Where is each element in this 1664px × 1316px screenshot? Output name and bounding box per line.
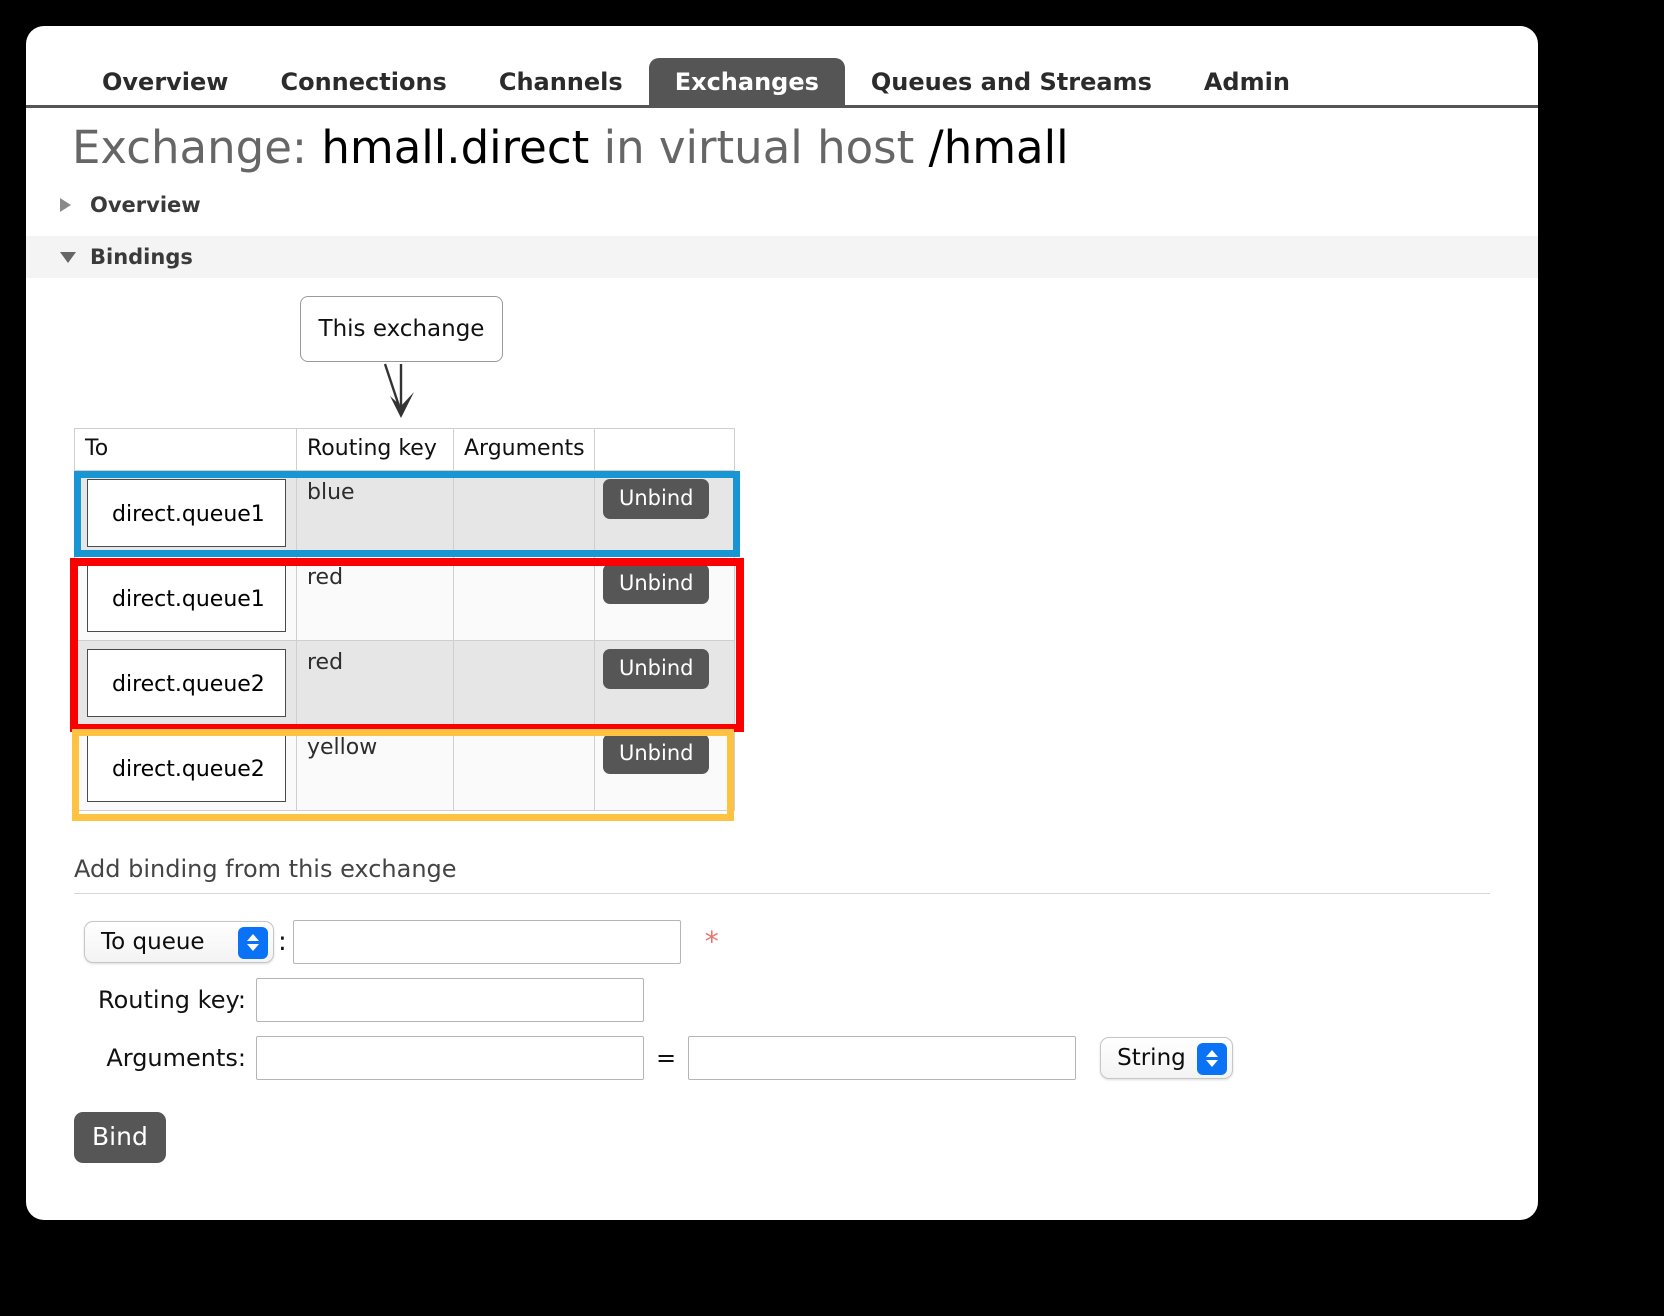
destination-input[interactable]	[292, 919, 681, 964]
tab-connections[interactable]: Connections	[254, 58, 472, 108]
tab-queues-and-streams-label: Queues and Streams	[870, 68, 1152, 96]
table-row: direct.queue2 red Unbind	[74, 639, 735, 726]
browser-window: Overview Connections Channels Exchanges …	[26, 26, 1538, 1220]
cell-to: direct.queue2	[74, 639, 297, 726]
add-binding-form: To queue : * Routing key: Arguments: = S…	[26, 919, 1538, 1163]
table-row: direct.queue2 yellow Unbind	[74, 724, 735, 811]
routing-key-row: Routing key:	[26, 977, 1538, 1022]
destination-colon: :	[278, 926, 287, 957]
unbind-button[interactable]: Unbind	[603, 733, 710, 774]
argument-type-select[interactable]: String	[1100, 1036, 1233, 1079]
cell-arguments	[453, 639, 595, 726]
chevron-updown-icon	[238, 926, 268, 959]
routing-key-value: red	[307, 649, 344, 675]
tab-queues-and-streams[interactable]: Queues and Streams	[845, 58, 1178, 108]
main-nav-tabs: Overview Connections Channels Exchanges …	[26, 26, 1538, 108]
col-header-arguments: Arguments	[453, 427, 595, 471]
tab-channels[interactable]: Channels	[473, 58, 649, 108]
cell-routing-key: red	[296, 639, 454, 726]
tab-exchanges-label: Exchanges	[674, 68, 819, 96]
unbind-button[interactable]: Unbind	[603, 648, 710, 689]
arguments-label: Arguments:	[106, 1043, 246, 1072]
tab-channels-label: Channels	[498, 68, 623, 96]
cell-action: Unbind	[594, 639, 735, 726]
required-asterisk: *	[704, 925, 719, 959]
tab-connections-label: Connections	[280, 68, 447, 96]
chevron-updown-icon	[1196, 1042, 1227, 1075]
arguments-value	[454, 556, 594, 565]
table-row: direct.queue1 red Unbind	[74, 554, 735, 641]
routing-key-input[interactable]	[256, 977, 644, 1022]
routing-key-label: Routing key:	[98, 985, 246, 1014]
arguments-value	[454, 641, 594, 650]
page-title-prefix: Exchange:	[72, 121, 308, 174]
unbind-button[interactable]: Unbind	[603, 478, 710, 519]
arguments-row: Arguments: = String	[26, 1035, 1538, 1080]
destination-select-wrap: To queue	[84, 920, 274, 963]
col-header-routing-key: Routing key	[296, 427, 454, 471]
bindings-table: To Routing key Arguments direct.queue1 b…	[74, 427, 735, 811]
cell-action: Unbind	[594, 554, 735, 641]
argument-value-input[interactable]	[688, 1035, 1077, 1080]
cell-routing-key: yellow	[296, 724, 454, 811]
arguments-value	[454, 471, 594, 480]
cell-to: direct.queue2	[74, 724, 297, 811]
tab-admin[interactable]: Admin	[1178, 58, 1316, 108]
col-header-to: To	[74, 427, 297, 471]
tab-overview-label: Overview	[102, 68, 229, 96]
cell-to: direct.queue1	[74, 554, 297, 641]
routing-key-value: yellow	[307, 734, 378, 760]
chevron-down-icon	[60, 252, 76, 264]
form-divider	[74, 892, 1490, 894]
equals-sign: =	[656, 1043, 677, 1072]
section-overview-label: Overview	[90, 192, 201, 217]
col-header-actions	[594, 427, 735, 471]
destination-type-value: To queue	[101, 928, 205, 955]
page-title-exchange-name: hmall.direct	[321, 121, 590, 174]
section-bindings-header[interactable]: Bindings	[26, 235, 1538, 278]
routing-key-value: blue	[307, 479, 355, 505]
cell-routing-key: blue	[296, 469, 454, 556]
page-title: Exchange: hmall.direct in virtual host /…	[72, 122, 1538, 174]
unbind-button[interactable]: Unbind	[603, 563, 710, 604]
arguments-value	[454, 726, 594, 735]
double-down-arrow-icon	[383, 363, 414, 418]
table-header-row: To Routing key Arguments	[74, 427, 735, 471]
argument-type-value: String	[1117, 1044, 1186, 1071]
cell-arguments	[453, 724, 595, 811]
argument-name-input[interactable]	[256, 1035, 644, 1080]
table-row: direct.queue1 blue Unbind	[74, 469, 735, 556]
queue-link[interactable]: direct.queue2	[87, 648, 286, 717]
tab-exchanges[interactable]: Exchanges	[648, 58, 845, 108]
add-binding-heading: Add binding from this exchange	[74, 854, 457, 883]
page-title-vhost: /hmall	[928, 121, 1069, 174]
section-bindings-label: Bindings	[90, 244, 193, 269]
cell-action: Unbind	[594, 469, 735, 556]
cell-to: direct.queue1	[74, 469, 297, 556]
tab-admin-label: Admin	[1203, 68, 1290, 96]
bindings-table-wrap: To Routing key Arguments direct.queue1 b…	[70, 427, 744, 821]
this-exchange-node: This exchange	[300, 295, 503, 362]
destination-type-select[interactable]: To queue	[84, 920, 274, 963]
queue-link[interactable]: direct.queue1	[87, 478, 286, 547]
destination-row: To queue : *	[26, 919, 1538, 964]
tab-overview[interactable]: Overview	[76, 58, 254, 108]
cell-arguments	[453, 554, 595, 641]
binding-graph: This exchange	[26, 278, 1538, 428]
this-exchange-label: This exchange	[318, 315, 485, 342]
queue-link[interactable]: direct.queue2	[87, 733, 286, 802]
bind-button[interactable]: Bind	[74, 1111, 166, 1163]
cell-routing-key: red	[296, 554, 454, 641]
routing-key-value: red	[307, 564, 344, 590]
cell-arguments	[453, 469, 595, 556]
queue-link[interactable]: direct.queue1	[87, 563, 286, 632]
chevron-right-icon	[60, 197, 71, 212]
page-title-middle: in virtual host	[603, 121, 915, 174]
cell-action: Unbind	[594, 724, 735, 811]
section-overview-header[interactable]: Overview	[26, 184, 1538, 226]
